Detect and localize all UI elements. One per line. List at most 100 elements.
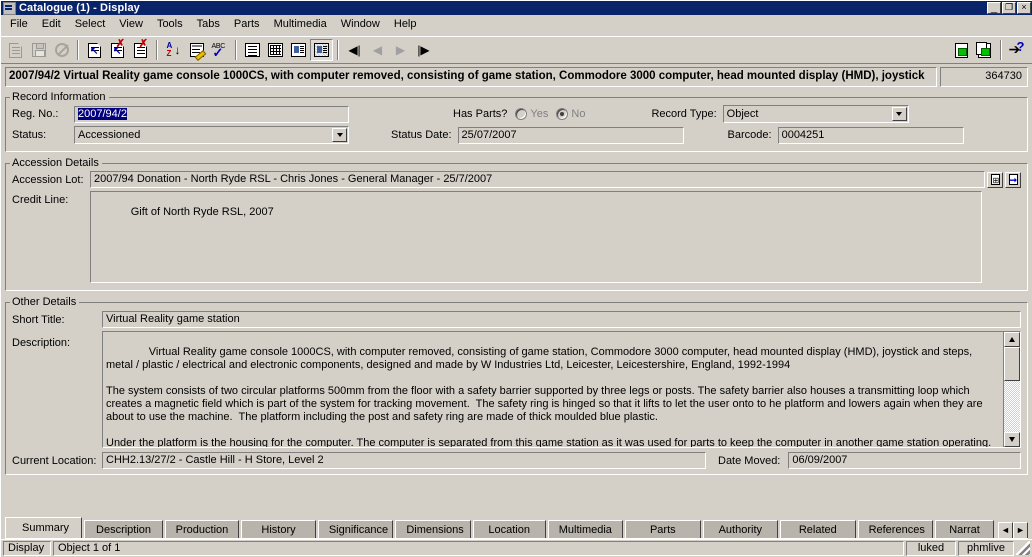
- grid-view-icon: [268, 43, 283, 57]
- current-location-input[interactable]: CHH2.13/27/2 - Castle Hill - H Store, Le…: [102, 452, 706, 469]
- accession-lot-value: 2007/94 Donation - North Ryde RSL - Chri…: [94, 173, 493, 185]
- details-view-button[interactable]: [310, 39, 333, 61]
- barcode-input[interactable]: 0004251: [777, 126, 964, 144]
- previous-record-button[interactable]: ◀: [366, 39, 389, 61]
- tab-narratives[interactable]: Narrat: [935, 520, 994, 539]
- current-location-value: CHH2.13/27/2 - Castle Hill - H Store, Le…: [106, 454, 324, 466]
- duplicate-record-button[interactable]: [973, 39, 996, 61]
- spell-check-button[interactable]: ABC ✓: [208, 39, 231, 61]
- reg-no-input[interactable]: 2007/94/2: [74, 105, 349, 123]
- short-title-input[interactable]: Virtual Reality game station: [102, 311, 1021, 328]
- page-view-button[interactable]: [287, 39, 310, 61]
- tab-summary[interactable]: Summary: [5, 517, 83, 539]
- delete-record-button[interactable]: ↖ ✗: [106, 38, 129, 61]
- new-record-button[interactable]: [4, 39, 27, 61]
- barcode-value: 0004251: [781, 128, 825, 141]
- tab-parts[interactable]: Parts: [625, 520, 701, 539]
- window-title: Catalogue (1) - Display: [19, 2, 140, 14]
- note-pencil-icon: [189, 43, 206, 61]
- has-parts-yes-radio[interactable]: [515, 108, 528, 120]
- sort-button[interactable]: A Z ↓: [162, 39, 185, 61]
- record-type-select[interactable]: Object: [722, 105, 909, 123]
- details-view-icon: [314, 43, 329, 57]
- reg-no-value: 2007/94/2: [78, 107, 127, 120]
- resize-grip[interactable]: [1016, 541, 1030, 555]
- tab-significance[interactable]: Significance: [317, 520, 394, 539]
- credit-line-textarea[interactable]: Gift of North Ryde RSL, 2007: [90, 191, 982, 283]
- list-view-button[interactable]: [241, 39, 264, 61]
- catalogue-icon: [3, 1, 16, 15]
- tab-description[interactable]: Description: [84, 520, 163, 539]
- last-record-button[interactable]: |▶: [412, 39, 435, 61]
- tab-scroll-right-icon[interactable]: ►: [1012, 522, 1028, 539]
- accession-details-group: Accession Details Accession Lot: 2007/94…: [5, 157, 1028, 291]
- menu-window[interactable]: Window: [334, 16, 387, 34]
- scroll-down-icon[interactable]: [1004, 432, 1020, 447]
- menu-tools[interactable]: Tools: [150, 16, 190, 34]
- tab-authority[interactable]: Authority: [702, 520, 779, 539]
- attach-lot-icon: ⊞: [990, 174, 1000, 185]
- goto-lot-button[interactable]: ➞: [1005, 171, 1021, 188]
- date-moved-input[interactable]: 06/09/2007: [788, 452, 1021, 469]
- credit-line-label: Credit Line:: [12, 194, 69, 206]
- insert-record-button[interactable]: ↖: [83, 39, 106, 61]
- next-record-icon: ▶: [395, 43, 406, 57]
- description-textarea[interactable]: Virtual Reality game console 1000CS, wit…: [103, 332, 1003, 447]
- tab-history[interactable]: History: [241, 520, 316, 539]
- has-parts-no-radio[interactable]: [556, 108, 569, 120]
- minimize-button[interactable]: _: [987, 2, 1001, 14]
- record-irn: 364730: [940, 67, 1028, 87]
- menu-view[interactable]: View: [112, 16, 150, 34]
- tab-location[interactable]: Location: [472, 520, 546, 539]
- menu-file[interactable]: File: [3, 16, 35, 34]
- cut-record-button[interactable]: ✗: [129, 38, 152, 61]
- cut-document-icon: ✗: [134, 38, 148, 58]
- context-help-icon: ➔?: [1008, 39, 1025, 57]
- first-record-button[interactable]: ◀|: [343, 39, 366, 61]
- barcode-label: Barcode:: [727, 129, 772, 141]
- duplicate-record-icon: [976, 41, 991, 58]
- status-date-input[interactable]: 25/07/2007: [457, 126, 684, 144]
- description-scrollbar[interactable]: [1003, 332, 1020, 447]
- edit-note-button[interactable]: [185, 39, 208, 61]
- status-value: Accessioned: [78, 129, 141, 141]
- scrollbar-track[interactable]: [1004, 381, 1020, 432]
- page-view-icon: [291, 43, 306, 57]
- menu-parts[interactable]: Parts: [227, 16, 267, 34]
- chevron-down-icon[interactable]: [891, 107, 907, 121]
- accession-lot-input[interactable]: 2007/94 Donation - North Ryde RSL - Chri…: [90, 171, 985, 188]
- save-record-button[interactable]: [27, 39, 50, 61]
- status-date-value: 25/07/2007: [461, 128, 517, 141]
- close-button[interactable]: ×: [1017, 2, 1031, 14]
- scrollbar-thumb[interactable]: [1004, 347, 1020, 381]
- copy-record-button[interactable]: [950, 39, 973, 61]
- menu-tabs[interactable]: Tabs: [190, 16, 227, 34]
- close-icon: ×: [1021, 2, 1027, 12]
- short-title-value: Virtual Reality game station: [106, 313, 240, 325]
- tab-production[interactable]: Production: [164, 520, 240, 539]
- copy-record-icon: [955, 42, 968, 58]
- context-help-button[interactable]: ➔?: [1006, 39, 1029, 61]
- status-select[interactable]: Accessioned: [74, 126, 349, 144]
- toolbar-separator: [235, 40, 237, 60]
- scroll-up-icon[interactable]: [1004, 332, 1020, 347]
- revert-record-button[interactable]: [50, 39, 73, 61]
- tab-dimensions[interactable]: Dimensions: [395, 520, 471, 539]
- maximize-button[interactable]: ❐: [1002, 2, 1016, 14]
- tab-multimedia[interactable]: Multimedia: [547, 520, 624, 539]
- menu-select[interactable]: Select: [68, 16, 113, 34]
- next-record-button[interactable]: ▶: [389, 39, 412, 61]
- menu-help[interactable]: Help: [387, 16, 424, 34]
- tab-references[interactable]: References: [857, 520, 934, 539]
- insert-document-icon: ↖: [88, 42, 101, 58]
- status-user: luked: [906, 540, 956, 556]
- chevron-down-icon[interactable]: [332, 128, 347, 142]
- tab-scroll-left-icon[interactable]: ◄: [997, 522, 1013, 539]
- sort-az-icon: A Z ↓: [166, 41, 181, 58]
- tab-related[interactable]: Related: [780, 520, 856, 539]
- menu-edit[interactable]: Edit: [35, 16, 68, 34]
- menu-multimedia[interactable]: Multimedia: [267, 16, 334, 34]
- grid-view-button[interactable]: [264, 39, 287, 61]
- attach-lot-button[interactable]: ⊞: [987, 171, 1003, 188]
- tab-strip: Summary Description Production History S…: [1, 515, 1032, 539]
